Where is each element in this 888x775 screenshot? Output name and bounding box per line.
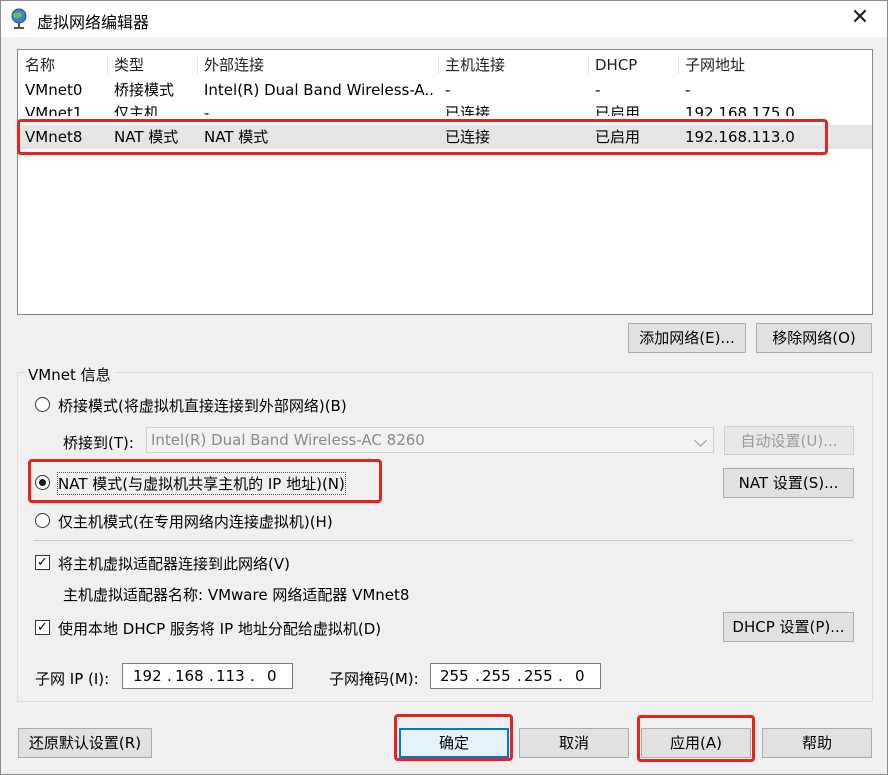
cell-external: Intel(R) Dual Band Wireless-A... — [204, 81, 434, 99]
cell-name: VMnet8 — [25, 128, 83, 146]
cell-host-connection: - — [445, 81, 451, 99]
cell-external: - — [204, 104, 210, 116]
network-list[interactable]: 名称 类型 外部连接 主机连接 DHCP 子网地址 VMnet0 桥接模式 In… — [17, 49, 873, 315]
bridged-mode-label[interactable]: 桥接模式(将虚拟机直接连接到外部网络)(B) — [58, 395, 347, 416]
help-button[interactable]: 帮助 — [762, 728, 872, 758]
window-title: 虚拟网络编辑器 — [37, 13, 150, 32]
nat-mode-radio[interactable] — [35, 475, 50, 490]
bridged-to-select[interactable]: Intel(R) Dual Band Wireless-AC 8260 — [146, 427, 714, 453]
cell-type: 仅主机 — [114, 104, 160, 116]
nat-settings-button[interactable]: NAT 设置(S)... — [723, 468, 854, 498]
connect-adapter-label[interactable]: 将主机虚拟适配器连接到此网络(V) — [58, 553, 290, 574]
cell-name: VMnet1 — [25, 104, 83, 116]
mask-octet[interactable]: 0 — [575, 664, 585, 688]
mask-octet[interactable]: 255 — [524, 664, 553, 688]
column-header-host-connection[interactable]: 主机连接 — [445, 54, 505, 76]
column-header-subnet[interactable]: 子网地址 — [685, 54, 745, 76]
host-only-mode-label[interactable]: 仅主机模式(在专用网络内连接虚拟机)(H) — [58, 511, 333, 532]
ip-octet[interactable]: 168 — [175, 664, 204, 688]
cancel-button[interactable]: 取消 — [519, 728, 629, 758]
bridged-mode-radio[interactable] — [35, 397, 50, 412]
nat-mode-label[interactable]: NAT 模式(与虚拟机共享主机的 IP 地址)(N) — [57, 472, 346, 495]
ip-octet[interactable]: 0 — [267, 664, 277, 688]
subnet-ip-label: 子网 IP (I): — [35, 670, 110, 688]
subnet-mask-label: 子网掩码(M): — [329, 670, 419, 688]
restore-defaults-button[interactable]: 还原默认设置(R) — [18, 728, 152, 758]
ok-button[interactable]: 确定 — [399, 728, 509, 758]
bridged-to-value: Intel(R) Dual Band Wireless-AC 8260 — [151, 431, 425, 449]
connect-adapter-checkbox[interactable]: ✓ — [35, 555, 50, 570]
mask-octet[interactable]: 255 — [440, 664, 469, 688]
table-row-selected[interactable]: VMnet8 NAT 模式 NAT 模式 已连接 已启用 192.168.113… — [18, 125, 872, 149]
virtual-network-editor-dialog: 虚拟网络编辑器 ✕ 名称 类型 外部连接 主机连接 DHCP 子网地址 VMne… — [0, 0, 888, 775]
cell-type: 桥接模式 — [114, 81, 175, 99]
column-header-name[interactable]: 名称 — [25, 54, 55, 76]
table-row[interactable]: VMnet1 仅主机 - 已连接 已启用 192.168.175.0 — [18, 102, 872, 116]
column-header-type[interactable]: 类型 — [114, 54, 144, 76]
bridged-to-label: 桥接到(T): — [63, 434, 134, 452]
table-row[interactable]: VMnet0 桥接模式 Intel(R) Dual Band Wireless-… — [18, 79, 872, 101]
cell-external: NAT 模式 — [204, 128, 269, 146]
cell-subnet: 192.168.113.0 — [685, 128, 795, 146]
cell-dhcp: 已启用 — [595, 104, 641, 116]
cell-host-connection: 已连接 — [445, 128, 491, 146]
radio-selected-dot — [39, 479, 46, 486]
subnet-mask-input[interactable]: 255 . 255 . 255 . 0 — [430, 663, 601, 689]
mask-octet[interactable]: 255 — [482, 664, 511, 688]
list-header: 名称 类型 外部连接 主机连接 DHCP 子网地址 — [18, 54, 872, 76]
cell-dhcp: 已启用 — [595, 128, 641, 146]
ip-octet[interactable]: 192 — [133, 664, 162, 688]
vmnet-info-group — [17, 372, 873, 702]
vmnet-info-title: VMnet 信息 — [25, 364, 114, 385]
cell-subnet: - — [685, 81, 691, 99]
network-globe-icon — [9, 8, 29, 30]
column-header-external[interactable]: 外部连接 — [204, 54, 264, 76]
add-network-button[interactable]: 添加网络(E)... — [628, 323, 746, 353]
cell-name: VMnet0 — [25, 81, 83, 99]
cell-host-connection: 已连接 — [445, 104, 491, 116]
column-header-dhcp[interactable]: DHCP — [595, 54, 637, 76]
chevron-down-icon — [694, 434, 707, 447]
use-dhcp-label[interactable]: 使用本地 DHCP 服务将 IP 地址分配给虚拟机(D) — [58, 618, 381, 639]
adapter-name-label: 主机虚拟适配器名称: VMware 网络适配器 VMnet8 — [63, 586, 410, 604]
apply-button[interactable]: 应用(A) — [641, 728, 751, 758]
dhcp-settings-button[interactable]: DHCP 设置(P)... — [723, 612, 854, 642]
auto-settings-button[interactable]: 自动设置(U)... — [724, 426, 854, 455]
remove-network-button[interactable]: 移除网络(O) — [756, 323, 872, 353]
ip-octet[interactable]: 113 — [216, 664, 245, 688]
title-bar: 虚拟网络编辑器 ✕ — [1, 1, 887, 37]
subnet-ip-input[interactable]: 192 . 168 . 113 . 0 — [122, 663, 293, 689]
use-dhcp-checkbox[interactable]: ✓ — [35, 620, 50, 635]
cell-dhcp: - — [595, 81, 601, 99]
cell-type: NAT 模式 — [114, 128, 179, 146]
divider — [33, 540, 853, 541]
cell-subnet: 192.168.175.0 — [685, 104, 795, 116]
close-icon[interactable]: ✕ — [847, 7, 873, 31]
host-only-mode-radio[interactable] — [35, 513, 50, 528]
